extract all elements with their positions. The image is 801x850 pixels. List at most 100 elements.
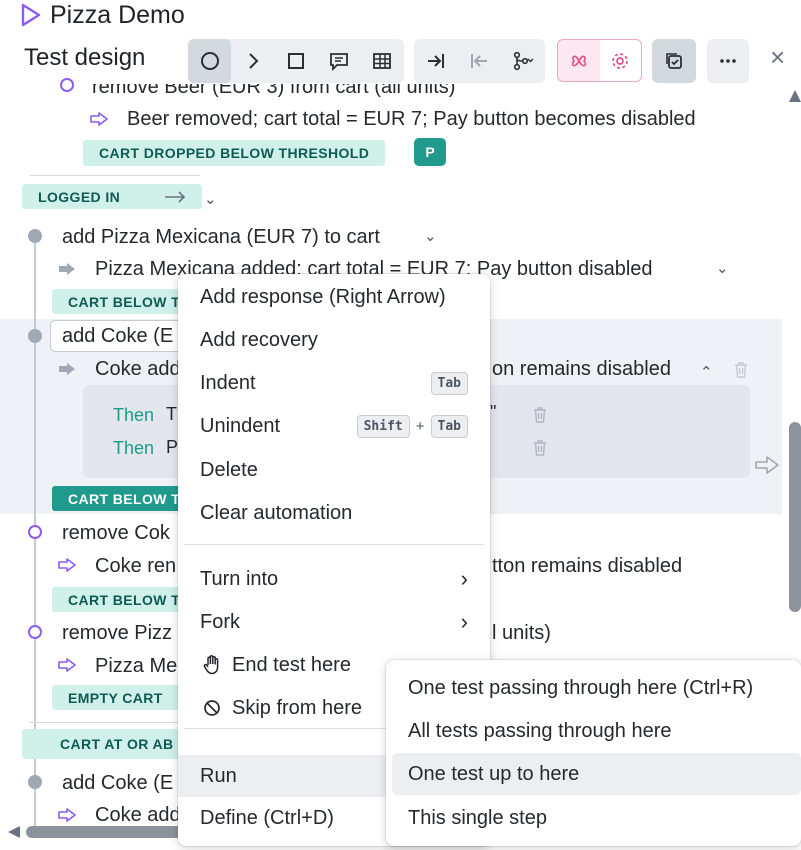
step-ring-marker	[28, 525, 42, 539]
trash-icon[interactable]	[532, 439, 548, 457]
response-coke-removed-end: tton remains disabled	[492, 555, 683, 577]
badge-label: LOGGED IN	[38, 188, 121, 205]
checklist-toggle[interactable]	[652, 39, 696, 83]
table-icon	[372, 53, 391, 69]
state-badge-below-selected[interactable]: CART BELOW T	[52, 486, 192, 511]
key-tab: Tab	[430, 371, 468, 395]
chevron-down-icon[interactable]: ⌄	[204, 190, 217, 208]
block-tool-button[interactable]	[274, 39, 317, 83]
checklist-button[interactable]	[652, 39, 695, 83]
run-one-test-up-to[interactable]: One test up to here	[392, 753, 801, 795]
automation-settings-button[interactable]	[599, 40, 641, 81]
vertical-scrollbar-thumb[interactable]	[789, 422, 801, 612]
step-type-toolbar	[188, 39, 404, 83]
step-dot-marker	[28, 329, 42, 343]
state-badge-dropped[interactable]: CART DROPPED BELOW THRESHOLD	[83, 140, 386, 166]
horizontal-scrollbar-thumb[interactable]	[26, 826, 186, 838]
step-add-coke-2[interactable]: add Coke (E	[62, 772, 173, 795]
menu-label: Unindent	[200, 414, 281, 437]
trash-icon[interactable]	[733, 361, 749, 379]
response-pizza-removed[interactable]: Pizza Me	[95, 655, 177, 678]
response-tool-button[interactable]	[231, 39, 274, 83]
step-ring-marker	[60, 78, 74, 92]
menu-label: Delete	[200, 458, 258, 481]
then-step-text[interactable]: P	[166, 437, 178, 458]
menu-label: Define (Ctrl+D)	[200, 806, 334, 829]
menu-turn-into[interactable]: Turn into ›	[178, 559, 490, 599]
state-badge-empty[interactable]: EMPTY CART	[52, 685, 192, 710]
menu-divider	[184, 544, 484, 545]
ellipsis-icon	[720, 59, 736, 63]
branch-menu-button[interactable]	[500, 39, 545, 83]
step-add-coke[interactable]: add Coke (E	[62, 325, 173, 348]
step-ring-marker	[28, 625, 42, 639]
run-one-test-through[interactable]: One test passing through here (Ctrl+R)	[392, 667, 801, 709]
menu-delete[interactable]: Delete	[178, 450, 490, 490]
menu-indent[interactable]: Indent Tab	[178, 363, 490, 403]
response-arrow-icon	[59, 263, 75, 275]
then-step-text[interactable]: T	[166, 404, 177, 425]
state-badge-below[interactable]: CART BELOW T	[52, 289, 192, 314]
menu-fork[interactable]: Fork ›	[178, 602, 490, 642]
avatar: P	[414, 138, 446, 166]
menu-label: Indent	[200, 371, 256, 394]
chevron-right-icon	[248, 53, 258, 69]
response-beer-removed[interactable]: Beer removed; cart total = EUR 7; Pay bu…	[127, 108, 696, 131]
response-arrow-icon	[59, 363, 75, 375]
comment-tool-button[interactable]	[317, 39, 360, 83]
menu-label: Turn into	[200, 567, 279, 590]
jump-to-end-button[interactable]	[414, 39, 457, 83]
plus-sign: +	[415, 417, 425, 435]
table-tool-button[interactable]	[360, 39, 403, 83]
response-arrow-icon	[90, 112, 108, 126]
arrow-to-bar-right-icon	[427, 54, 444, 68]
response-coke-removed[interactable]: Coke ren	[95, 555, 176, 578]
step-add-pizza[interactable]: add Pizza Mexicana (EUR 7) to cart	[62, 226, 380, 249]
next-arrow-icon[interactable]	[755, 456, 779, 474]
response-coke-added-2[interactable]: Coke add	[95, 804, 181, 827]
ban-icon	[200, 699, 224, 717]
menu-unindent[interactable]: Unindent Shift + Tab	[178, 406, 490, 446]
state-badge-logged-in[interactable]: LOGGED IN	[22, 184, 202, 209]
run-single-step[interactable]: This single step	[392, 797, 801, 839]
chevron-right-icon: ›	[460, 609, 468, 634]
panel-title: Test design	[24, 44, 146, 71]
divider	[30, 722, 200, 723]
comment-icon	[329, 53, 348, 72]
more-menu[interactable]	[707, 39, 749, 83]
branch-icon	[513, 51, 533, 71]
close-panel-button[interactable]: ×	[770, 42, 785, 73]
menu-add-recovery[interactable]: Add recovery	[178, 320, 490, 360]
jump-to-start-button[interactable]	[457, 39, 500, 83]
chevron-right-icon: ›	[460, 566, 468, 591]
menu-label: Clear automation	[200, 501, 353, 524]
menu-add-response[interactable]: Add response (Right Arrow)	[178, 277, 490, 317]
step-dot-marker	[28, 775, 42, 789]
menu-clear-automation[interactable]: Clear automation	[178, 493, 490, 533]
chevron-down-icon[interactable]: ⌄	[424, 227, 437, 245]
key-tab: Tab	[430, 414, 468, 438]
automation-toggle-button[interactable]	[558, 40, 600, 81]
chevron-down-icon[interactable]: ⌄	[716, 259, 729, 277]
shortcut: Tab	[430, 371, 468, 395]
hand-stop-icon	[200, 655, 224, 675]
trash-icon[interactable]	[532, 406, 548, 424]
step-tool-button[interactable]	[188, 39, 231, 83]
response-arrow-icon	[58, 808, 76, 822]
response-coke-added[interactable]: Coke add	[95, 358, 181, 381]
step-remove-pizza[interactable]: remove Pizz	[62, 622, 172, 645]
close-icon: ×	[770, 42, 786, 72]
scroll-left-arrow[interactable]	[8, 826, 20, 838]
app-title: Pizza Demo	[50, 0, 185, 29]
run-all-tests-through[interactable]: All tests passing through here	[392, 710, 801, 752]
more-button[interactable]	[707, 39, 749, 83]
scroll-up-arrow[interactable]	[789, 90, 801, 102]
checklist-icon	[665, 53, 682, 69]
state-badge-at-or-above[interactable]: CART AT OR AB	[22, 729, 202, 759]
state-badge-below[interactable]: CART BELOW T	[52, 587, 192, 612]
then-keyword: Then	[113, 405, 155, 425]
chevron-up-icon[interactable]: ⌃	[700, 363, 713, 381]
step-remove-pizza-end: l units)	[492, 622, 551, 644]
step-remove-coke[interactable]: remove Cok	[62, 522, 170, 545]
then-step-quote: "	[490, 402, 497, 422]
